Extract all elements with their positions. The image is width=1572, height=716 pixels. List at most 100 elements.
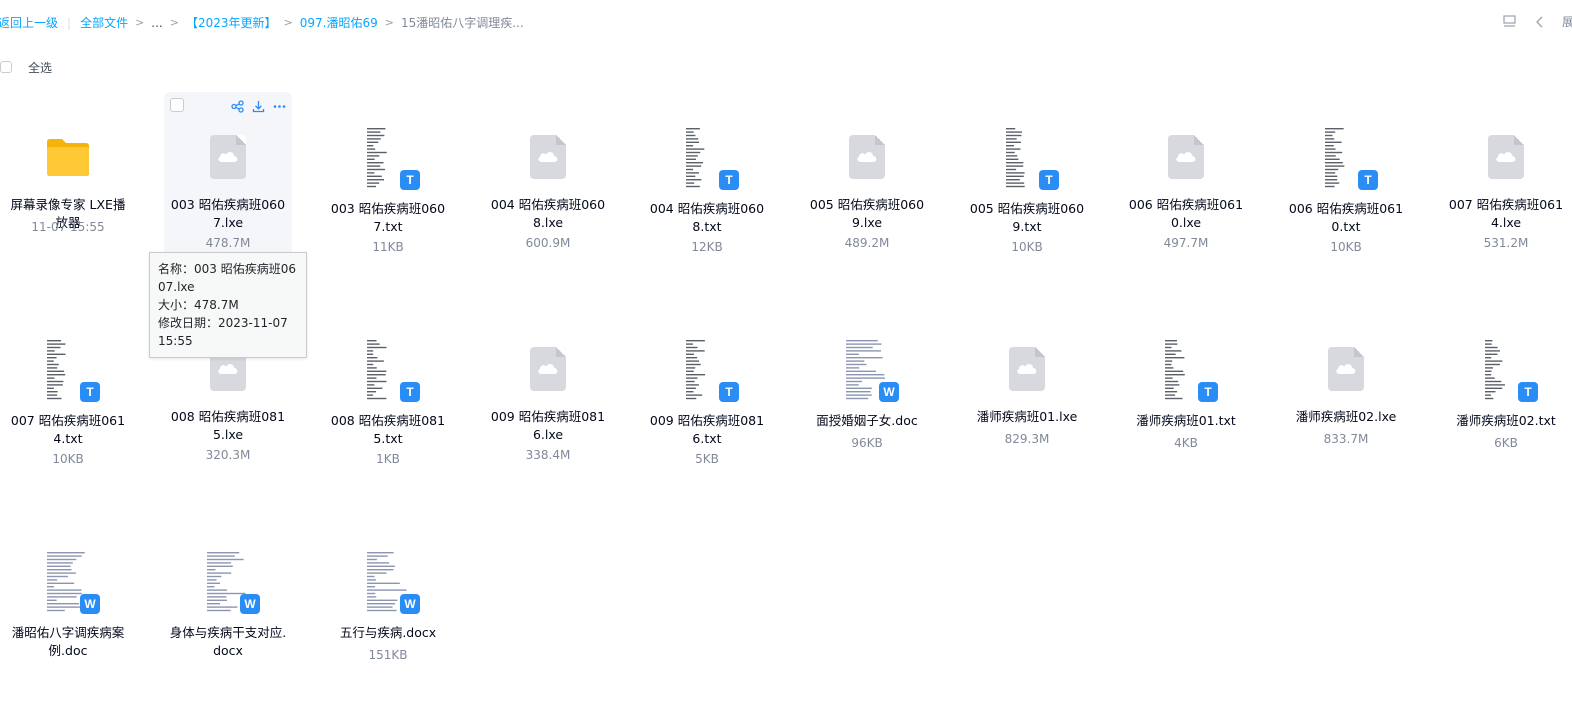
txt-badge-icon: T bbox=[1039, 170, 1059, 190]
file-item[interactable]: T 潘师疾病班02.txt 6KB bbox=[1442, 304, 1570, 504]
more-icon[interactable] bbox=[272, 99, 286, 113]
file-name[interactable]: 五行与疾病.docx bbox=[326, 624, 450, 642]
word-badge-icon: W bbox=[80, 594, 100, 614]
file-size: 1KB bbox=[376, 452, 400, 466]
list-view-icon[interactable] bbox=[1502, 14, 1518, 30]
chevron-right-icon: > bbox=[135, 16, 145, 29]
back-button[interactable]: 返回上一级 bbox=[0, 15, 58, 31]
select-all-checkbox[interactable] bbox=[0, 61, 12, 73]
cloud-file-icon bbox=[849, 135, 885, 179]
file-item[interactable]: T 004 昭佑疾病班0608.txt 12KB bbox=[643, 92, 771, 292]
file-item[interactable]: W 身体与疾病干支对应.docx bbox=[164, 516, 292, 716]
cloud-file-icon bbox=[1328, 347, 1364, 391]
file-size: 497.7M bbox=[1163, 236, 1209, 250]
file-size: 4KB bbox=[1174, 436, 1198, 450]
file-name[interactable]: 007 昭佑疾病班0614.lxe bbox=[1444, 196, 1568, 232]
file-name[interactable]: 008 昭佑疾病班0815.txt bbox=[326, 412, 450, 448]
file-item[interactable]: 屏幕录像专家 LXE播放器 11-07 15:55 bbox=[4, 92, 132, 292]
file-name[interactable]: 005 昭佑疾病班0609.lxe bbox=[805, 196, 929, 232]
file-date: 11-07 15:55 bbox=[31, 220, 105, 234]
txt-badge-icon: T bbox=[400, 382, 420, 402]
file-item[interactable]: 009 昭佑疾病班0816.lxe 338.4M bbox=[484, 304, 612, 504]
breadcrumb-level-1[interactable]: 【2023年更新】 bbox=[186, 15, 277, 31]
file-thumbnail: T bbox=[4, 334, 132, 404]
txt-badge-icon: T bbox=[1358, 170, 1378, 190]
download-icon[interactable] bbox=[251, 99, 265, 113]
tooltip-date: 修改日期：2023-11-07 15:55 bbox=[158, 316, 288, 348]
file-item[interactable]: 005 昭佑疾病班0609.lxe 489.2M bbox=[803, 92, 931, 292]
word-file-preview-icon: W bbox=[46, 550, 100, 614]
file-thumbnail bbox=[4, 122, 132, 192]
file-item[interactable]: W 面授婚姻子女.doc 96KB bbox=[803, 304, 931, 504]
file-item[interactable]: 潘师疾病班01.lxe 829.3M bbox=[963, 304, 1091, 504]
text-file-preview-icon: T bbox=[1324, 126, 1378, 190]
file-size: 829.3M bbox=[1004, 432, 1050, 446]
txt-badge-icon: T bbox=[719, 382, 739, 402]
file-name[interactable]: 潘师疾病班01.lxe bbox=[965, 408, 1089, 426]
file-name[interactable]: 004 昭佑疾病班0608.lxe bbox=[486, 196, 610, 232]
chevron-left-icon[interactable] bbox=[1532, 14, 1548, 30]
file-name[interactable]: 潘师疾病班02.lxe bbox=[1284, 408, 1408, 426]
file-name[interactable]: 006 昭佑疾病班0610.txt bbox=[1284, 200, 1408, 236]
file-name[interactable]: 潘师疾病班01.txt bbox=[1124, 412, 1248, 430]
file-info-tooltip: 名称：003 昭佑疾病班0607.lxe 大小：478.7M 修改日期：2023… bbox=[149, 252, 307, 358]
file-name[interactable]: 潘昭佑八字调疾病案例.doc bbox=[6, 624, 130, 660]
word-file-preview-icon: W bbox=[845, 338, 899, 402]
file-size: 10KB bbox=[1011, 240, 1043, 254]
file-name[interactable]: 009 昭佑疾病班0816.txt bbox=[645, 412, 769, 448]
file-size: 320.3M bbox=[205, 448, 251, 462]
file-size: 338.4M bbox=[525, 448, 571, 462]
expand-label[interactable]: 展 bbox=[1562, 13, 1572, 30]
file-thumbnail bbox=[803, 122, 931, 192]
file-name[interactable]: 009 昭佑疾病班0816.lxe bbox=[486, 408, 610, 444]
select-all-label[interactable]: 全选 bbox=[28, 59, 52, 76]
file-actions bbox=[230, 99, 286, 113]
file-item[interactable]: T 009 昭佑疾病班0816.txt 5KB bbox=[643, 304, 771, 504]
file-name[interactable]: 005 昭佑疾病班0609.txt bbox=[965, 200, 1089, 236]
breadcrumb-level-2[interactable]: 097.潘昭佑69 bbox=[300, 15, 378, 31]
txt-badge-icon: T bbox=[719, 170, 739, 190]
cloud-file-icon bbox=[1168, 135, 1204, 179]
top-bar: 返回上一级 | 全部文件 > ... > 【2023年更新】 > 097.潘昭佑… bbox=[0, 0, 1572, 46]
file-item[interactable]: W 潘昭佑八字调疾病案例.doc bbox=[4, 516, 132, 716]
text-file-preview-icon: T bbox=[685, 126, 739, 190]
file-checkbox[interactable] bbox=[170, 98, 184, 112]
file-name[interactable]: 潘师疾病班02.txt bbox=[1444, 412, 1568, 430]
file-thumbnail bbox=[1442, 122, 1570, 192]
file-item[interactable]: 006 昭佑疾病班0610.lxe 497.7M bbox=[1122, 92, 1250, 292]
chevron-right-icon: > bbox=[384, 16, 394, 29]
file-name[interactable]: 007 昭佑疾病班0614.txt bbox=[6, 412, 130, 448]
file-thumbnail bbox=[1282, 334, 1410, 404]
file-item[interactable]: T 007 昭佑疾病班0614.txt 10KB bbox=[4, 304, 132, 504]
file-item[interactable]: 007 昭佑疾病班0614.lxe 531.2M bbox=[1442, 92, 1570, 292]
breadcrumb-current: 15潘昭佑八字调理疾... bbox=[400, 16, 524, 30]
file-name[interactable]: 006 昭佑疾病班0610.lxe bbox=[1124, 196, 1248, 232]
file-name[interactable]: 身体与疾病干支对应.docx bbox=[166, 624, 290, 660]
select-all-row: 全选 bbox=[0, 58, 52, 76]
file-item[interactable]: T 003 昭佑疾病班0607.txt 11KB bbox=[324, 92, 452, 292]
file-item[interactable]: T 008 昭佑疾病班0815.txt 1KB bbox=[324, 304, 452, 504]
breadcrumb-all-files[interactable]: 全部文件 bbox=[80, 15, 128, 31]
file-item[interactable]: W 五行与疾病.docx 151KB bbox=[324, 516, 452, 716]
file-item[interactable]: 004 昭佑疾病班0608.lxe 600.9M bbox=[484, 92, 612, 292]
file-name[interactable]: 003 昭佑疾病班0607.lxe bbox=[166, 196, 290, 232]
file-thumbnail: T bbox=[324, 122, 452, 192]
file-name[interactable]: 面授婚姻子女.doc bbox=[805, 412, 929, 430]
file-thumbnail: T bbox=[643, 122, 771, 192]
file-item[interactable]: 潘师疾病班02.lxe 833.7M bbox=[1282, 304, 1410, 504]
file-item[interactable]: T 006 昭佑疾病班0610.txt 10KB bbox=[1282, 92, 1410, 292]
file-size: 6KB bbox=[1494, 436, 1518, 450]
txt-badge-icon: T bbox=[400, 170, 420, 190]
share-icon[interactable] bbox=[230, 99, 244, 113]
file-item[interactable]: T 005 昭佑疾病班0609.txt 10KB bbox=[963, 92, 1091, 292]
cloud-file-icon bbox=[530, 135, 566, 179]
file-name[interactable]: 008 昭佑疾病班0815.lxe bbox=[166, 408, 290, 444]
breadcrumb-ellipsis[interactable]: ... bbox=[151, 15, 162, 31]
file-name[interactable]: 004 昭佑疾病班0608.txt bbox=[645, 200, 769, 236]
file-name[interactable]: 003 昭佑疾病班0607.txt bbox=[326, 200, 450, 236]
cloud-file-icon bbox=[1009, 347, 1045, 391]
file-thumbnail: T bbox=[1442, 334, 1570, 404]
file-thumbnail: W bbox=[164, 546, 292, 616]
breadcrumb-divider: | bbox=[67, 16, 72, 30]
file-item[interactable]: T 潘师疾病班01.txt 4KB bbox=[1122, 304, 1250, 504]
